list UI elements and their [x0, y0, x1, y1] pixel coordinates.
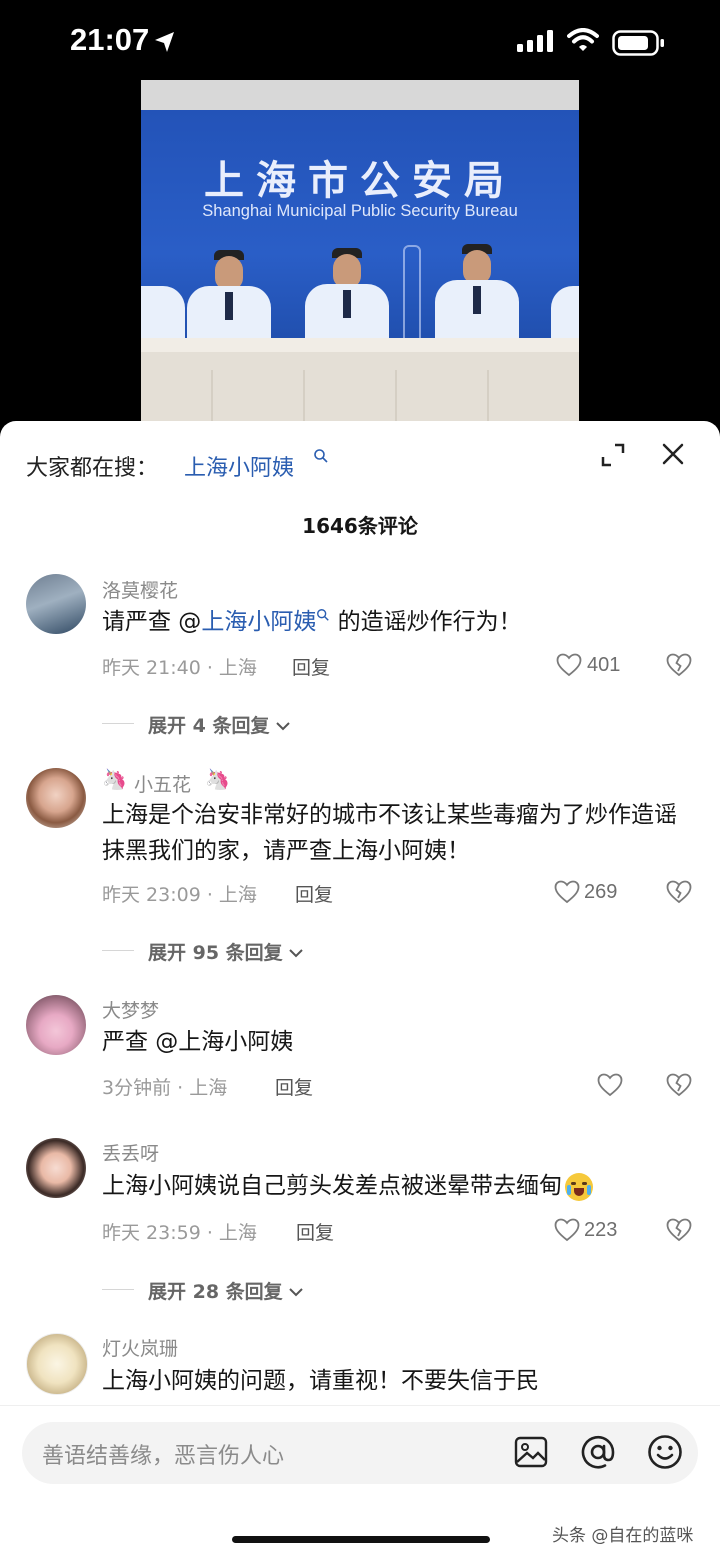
divider — [102, 723, 134, 724]
home-indicator[interactable] — [232, 1536, 490, 1543]
comment-username[interactable]: 洛莫樱花 — [102, 576, 178, 603]
image-icon[interactable] — [514, 1436, 548, 1468]
avatar[interactable] — [26, 995, 86, 1055]
trending-search-link[interactable]: 上海小阿姨 — [184, 450, 294, 482]
comment-meta: 昨天 21:40 · 上海 — [102, 657, 257, 679]
heart-icon[interactable] — [554, 880, 580, 904]
broken-heart-icon[interactable] — [666, 1218, 692, 1242]
divider — [102, 950, 134, 951]
broken-heart-icon[interactable] — [666, 1073, 692, 1097]
expand-replies-button[interactable]: 展开 95 条回复 — [148, 938, 304, 965]
desk-top — [141, 338, 579, 352]
comment-username[interactable]: 丢丢呀 — [102, 1139, 159, 1166]
signal-icon — [517, 30, 553, 52]
battery-icon — [612, 30, 664, 56]
comment-meta: 昨天 23:59 · 上海 — [102, 1222, 257, 1244]
trending-search-label: 大家都在搜： — [26, 456, 159, 481]
heart-icon[interactable] — [556, 653, 582, 677]
reply-button[interactable]: 回复 — [295, 880, 333, 907]
comment-count: 1646条评论 — [302, 514, 418, 538]
search-icon — [317, 609, 330, 621]
comment-text: 请严查 @上海小阿姨 的造谣炒作行为！ — [102, 609, 522, 635]
like-count: 401 — [587, 654, 621, 676]
divider — [102, 1289, 134, 1290]
like-count: 269 — [584, 881, 618, 903]
comment-username[interactable]: 小五花 — [134, 770, 191, 797]
status-bar: 21:07 — [0, 0, 720, 80]
chevron-down-icon — [275, 722, 290, 731]
expand-replies-button[interactable]: 展开 28 条回复 — [148, 1277, 304, 1304]
comment-text: 上海是个治安非常好的城市不该让某些毒瘤为了炒作造谣抹黑我们的家，请严查上海小阿姨… — [102, 802, 677, 864]
desk-panel — [303, 370, 393, 425]
comment-meta: 3分钟前 · 上海 — [102, 1077, 228, 1099]
emoji-icon[interactable] — [647, 1434, 683, 1470]
crying-emoji-icon — [565, 1172, 593, 1201]
backdrop-title-en: Shanghai Municipal Public Security Burea… — [202, 202, 518, 220]
broken-heart-icon[interactable] — [666, 880, 692, 904]
status-time: 21:07 — [70, 22, 150, 57]
reply-button[interactable]: 回复 — [296, 1218, 334, 1245]
comment-text: 上海小阿姨的问题，请重视！不要失信于民 — [102, 1368, 539, 1394]
backdrop-title-cn: 上海市公安局 — [204, 158, 516, 204]
comment-username[interactable]: 大梦梦 — [102, 996, 159, 1023]
avatar[interactable] — [26, 1138, 86, 1198]
watermark: 头条 @自在的蓝咪 — [552, 1526, 694, 1546]
broken-heart-icon[interactable] — [666, 653, 692, 677]
comment-text: 上海小阿姨说自己剪头发差点被迷晕带去缅甸 — [102, 1168, 702, 1204]
comment-username[interactable]: 灯火岚珊 — [102, 1334, 178, 1361]
expand-icon[interactable] — [601, 443, 625, 467]
comment-meta: 昨天 23:09 · 上海 — [102, 884, 257, 906]
video-player[interactable]: 上海市公安局 Shanghai Municipal Public Securit… — [141, 80, 579, 425]
mention-link[interactable]: 上海小阿姨 — [201, 609, 316, 635]
reply-button[interactable]: 回复 — [275, 1073, 313, 1100]
search-icon — [314, 449, 328, 463]
chevron-down-icon — [289, 1288, 303, 1297]
location-arrow-icon — [155, 32, 174, 52]
like-count: 223 — [584, 1219, 618, 1241]
comment-text: 严查 @上海小阿姨 — [102, 1029, 294, 1055]
expand-replies-button[interactable]: 展开 4 条回复 — [148, 711, 291, 738]
desk-panel — [211, 370, 301, 425]
avatar[interactable] — [26, 574, 86, 634]
avatar[interactable] — [26, 1333, 88, 1395]
heart-icon[interactable] — [597, 1073, 623, 1097]
desk-panel — [487, 370, 577, 425]
reply-button[interactable]: 回复 — [292, 653, 330, 680]
unicorn-icon: 🦄 — [102, 767, 127, 791]
video-ceiling — [141, 80, 579, 110]
chevron-down-icon — [289, 949, 303, 958]
comment-input-placeholder: 善语结善缘，恶言伤人心 — [42, 1444, 285, 1469]
avatar[interactable] — [26, 768, 86, 828]
close-icon[interactable] — [662, 443, 684, 465]
glass-divider — [403, 245, 421, 349]
unicorn-icon: 🦄 — [205, 767, 230, 791]
heart-icon[interactable] — [554, 1218, 580, 1242]
at-icon[interactable] — [580, 1434, 616, 1470]
desk-panel — [395, 370, 485, 425]
wifi-icon — [567, 28, 599, 51]
